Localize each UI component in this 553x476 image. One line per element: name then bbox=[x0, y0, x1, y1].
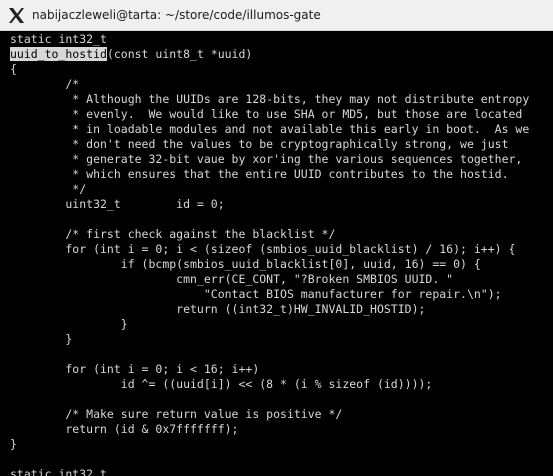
terminal-line: /* first check against the blacklist */ bbox=[10, 227, 336, 241]
terminal-line: uuid_to_hostid(const uint8_t *uuid) bbox=[10, 47, 253, 61]
terminal-line: uint32_t id = 0; bbox=[10, 197, 225, 211]
terminal-line: * generate 32-bit vaue by xor'ing the va… bbox=[10, 152, 523, 166]
terminal-line: * Although the UUIDs are 128-bits, they … bbox=[10, 92, 530, 106]
terminal-line: return ((int32_t)HW_INVALID_HOSTID); bbox=[10, 302, 426, 316]
terminal-line: */ bbox=[10, 182, 87, 196]
terminal-line: if (bcmp(smbios_uuid_blacklist[0], uuid,… bbox=[10, 257, 481, 271]
terminal-line: } bbox=[10, 437, 17, 451]
terminal-line: * don't need the values to be cryptograp… bbox=[10, 137, 509, 151]
terminal-line: * in loadable modules and not available … bbox=[10, 122, 530, 136]
x-window-system-icon bbox=[9, 8, 24, 23]
terminal-line: for (int i = 0; i < 16; i++) bbox=[10, 362, 260, 376]
selected-text[interactable]: uuid_to_hostid bbox=[10, 47, 107, 61]
terminal-text: static int32_t uuid_to_hostid(const uint8… bbox=[10, 32, 529, 476]
terminal-line: return (id & 0x7fffffff); bbox=[10, 422, 239, 436]
terminal-line: /* Make sure return value is positive */ bbox=[10, 407, 343, 421]
window-title: nabijaczleweli@tarta: ~/store/code/illum… bbox=[32, 8, 321, 22]
terminal-area[interactable]: static int32_t uuid_to_hostid(const uint8… bbox=[0, 31, 553, 476]
terminal-line: cmn_err(CE_CONT, "?Broken SMBIOS UUID. " bbox=[10, 272, 454, 286]
terminal-line: } bbox=[10, 332, 73, 346]
terminal-line: { bbox=[10, 62, 17, 76]
title-bar[interactable]: nabijaczleweli@tarta: ~/store/code/illum… bbox=[0, 0, 553, 31]
terminal-line: id ^= ((uuid[i]) << (8 * (i % sizeof (id… bbox=[10, 377, 433, 391]
terminal-line: } bbox=[10, 317, 128, 331]
terminal-line: for (int i = 0; i < (sizeof (smbios_uuid… bbox=[10, 242, 516, 256]
terminal-line: "Contact BIOS manufacturer for repair.\n… bbox=[10, 287, 502, 301]
terminal-line: * evenly. We would like to use SHA or MD… bbox=[10, 107, 523, 121]
terminal-line: * which ensures that the entire UUID con… bbox=[10, 167, 509, 181]
terminal-line: /* bbox=[10, 77, 80, 91]
terminal-window: nabijaczleweli@tarta: ~/store/code/illum… bbox=[0, 0, 553, 476]
terminal-line: static int32_t bbox=[10, 32, 107, 46]
terminal-line: static int32_t bbox=[10, 467, 107, 476]
